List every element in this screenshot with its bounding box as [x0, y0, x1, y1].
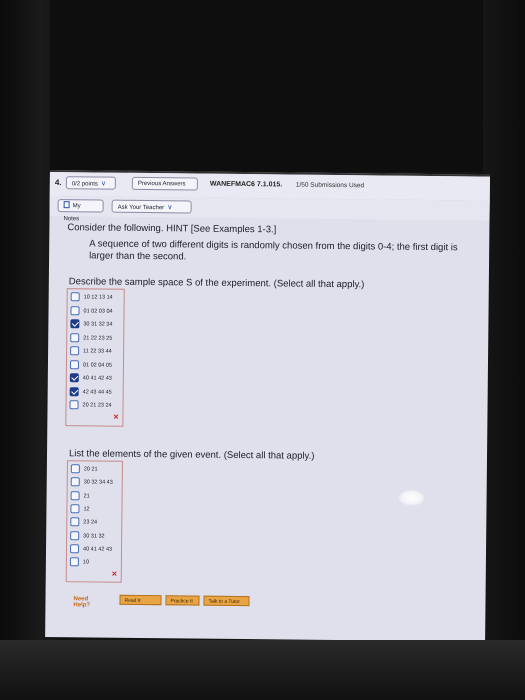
note-icon: [63, 201, 70, 209]
checkbox-checked[interactable]: [70, 319, 80, 329]
checkbox-option[interactable]: 30 31 32 34: [70, 318, 112, 330]
option-label: 01 02 04 05: [82, 361, 113, 369]
checkbox-unchecked[interactable]: [70, 504, 80, 514]
need-help-label: Need Help?: [73, 596, 91, 609]
checkbox-unchecked[interactable]: [69, 400, 79, 410]
my-notes-button[interactable]: My Notes: [57, 199, 104, 222]
checkbox-option[interactable]: 10: [69, 556, 90, 568]
checkbox-unchecked[interactable]: [69, 557, 79, 567]
checkbox-option[interactable]: 40 41 42 43: [69, 543, 113, 555]
read-it-button[interactable]: Read It: [119, 594, 162, 606]
option-label: 21: [83, 492, 90, 500]
question-body: A sequence of two different digits is ra…: [89, 238, 458, 263]
option-label: 10 12 13 14: [83, 294, 113, 301]
event-answer-box: 20 21 30 32 34 43 21 12 23 24 30 31 32 40 41 4…: [65, 460, 123, 583]
checkbox-option[interactable]: 23 24: [70, 516, 97, 528]
previous-answers-button[interactable]: Previous Answers: [131, 176, 198, 191]
option-label: 40 41 42 43: [82, 546, 113, 553]
checkbox-option[interactable]: 21: [70, 490, 90, 502]
sample-space-answer-box: 10 12 13 14 01 02 03 04 30 31 32 34 21 22 2…: [65, 288, 125, 427]
chevron-down-icon: ∨: [100, 180, 107, 188]
checkbox-checked[interactable]: [69, 373, 79, 383]
notes-toolbar: My Notes Ask Your Teacher ∨: [49, 195, 490, 222]
screen-glare: [398, 489, 425, 506]
option-label: 12: [83, 506, 90, 513]
chevron-down-icon: ∨: [167, 204, 173, 212]
submissions-used: 1/50 Submissions Used: [295, 181, 365, 190]
option-label: 40 41 42 43: [82, 375, 112, 382]
option-label: 30 31 32 34: [83, 321, 113, 328]
checkbox-checked[interactable]: [69, 386, 79, 396]
webassign-screen: 4. 0/2 points ∨ Previous Answers WANEFMAC…: [45, 170, 490, 642]
option-label: 30 32 34 43: [83, 479, 113, 486]
option-label: 10: [82, 559, 90, 566]
practice-it-button[interactable]: Practice It: [165, 595, 200, 606]
question-number: 4.: [54, 178, 62, 188]
checkbox-unchecked[interactable]: [70, 332, 80, 342]
checkbox-option[interactable]: 10 12 13 14: [70, 291, 113, 303]
checkbox-unchecked[interactable]: [70, 490, 80, 500]
checkbox-option[interactable]: 01 02 03 04: [70, 305, 113, 317]
checkbox-option[interactable]: 01 02 04 05: [69, 359, 113, 371]
ask-teacher-button[interactable]: Ask Your Teacher ∨: [111, 199, 192, 214]
checkbox-unchecked[interactable]: [70, 464, 80, 474]
checkbox-option[interactable]: 30 32 34 43: [70, 477, 113, 489]
incorrect-mark: ×: [113, 411, 119, 422]
device-bezel-right: [483, 0, 525, 700]
checkbox-unchecked[interactable]: [69, 359, 80, 369]
option-label: 21 22 23 25: [83, 334, 113, 342]
previous-answers-label: Previous Answers: [137, 180, 186, 188]
checkbox-option[interactable]: 42 43 44 45: [69, 386, 112, 398]
checkbox-unchecked[interactable]: [70, 305, 80, 315]
checkbox-option[interactable]: 20 21: [70, 463, 98, 475]
ask-teacher-label: Ask Your Teacher: [117, 204, 165, 212]
checkbox-option[interactable]: 30 31 32: [70, 530, 105, 542]
option-label: 20 21 23 24: [82, 402, 112, 409]
option-label: 11 22 33 44: [83, 348, 112, 355]
checkbox-unchecked[interactable]: [70, 477, 80, 487]
checkbox-option[interactable]: 20 21 23 24: [69, 399, 112, 411]
points-dropdown[interactable]: 0/2 points ∨: [65, 176, 116, 190]
checkbox-unchecked[interactable]: [70, 530, 80, 540]
checkbox-option[interactable]: 12: [70, 503, 90, 515]
option-label: 20 21: [83, 466, 98, 473]
checkbox-unchecked[interactable]: [70, 292, 80, 302]
assignment-title: WANEFMAC6 7.1.015.: [209, 180, 283, 189]
checkbox-option[interactable]: 11 22 33 44: [70, 345, 112, 357]
points-label: 0/2 points: [71, 181, 98, 188]
checkbox-unchecked[interactable]: [70, 517, 80, 527]
question-intro: Consider the following. HINT [See Exampl…: [67, 222, 277, 236]
talk-to-tutor-button[interactable]: Talk to a Tutor: [203, 595, 250, 607]
checkbox-unchecked[interactable]: [69, 544, 80, 554]
option-label: 30 31 32: [83, 532, 105, 540]
option-label: 23 24: [83, 519, 98, 526]
checkbox-unchecked[interactable]: [70, 346, 80, 356]
screen-dark-area: [50, 0, 490, 172]
option-label: 42 43 44 45: [82, 388, 112, 396]
checkbox-option[interactable]: 21 22 23 25: [70, 332, 112, 344]
checkbox-option[interactable]: 40 41 42 43: [69, 372, 112, 384]
option-label: 01 02 03 04: [83, 307, 113, 315]
incorrect-mark: ×: [111, 568, 118, 579]
background-surface: [0, 640, 525, 700]
